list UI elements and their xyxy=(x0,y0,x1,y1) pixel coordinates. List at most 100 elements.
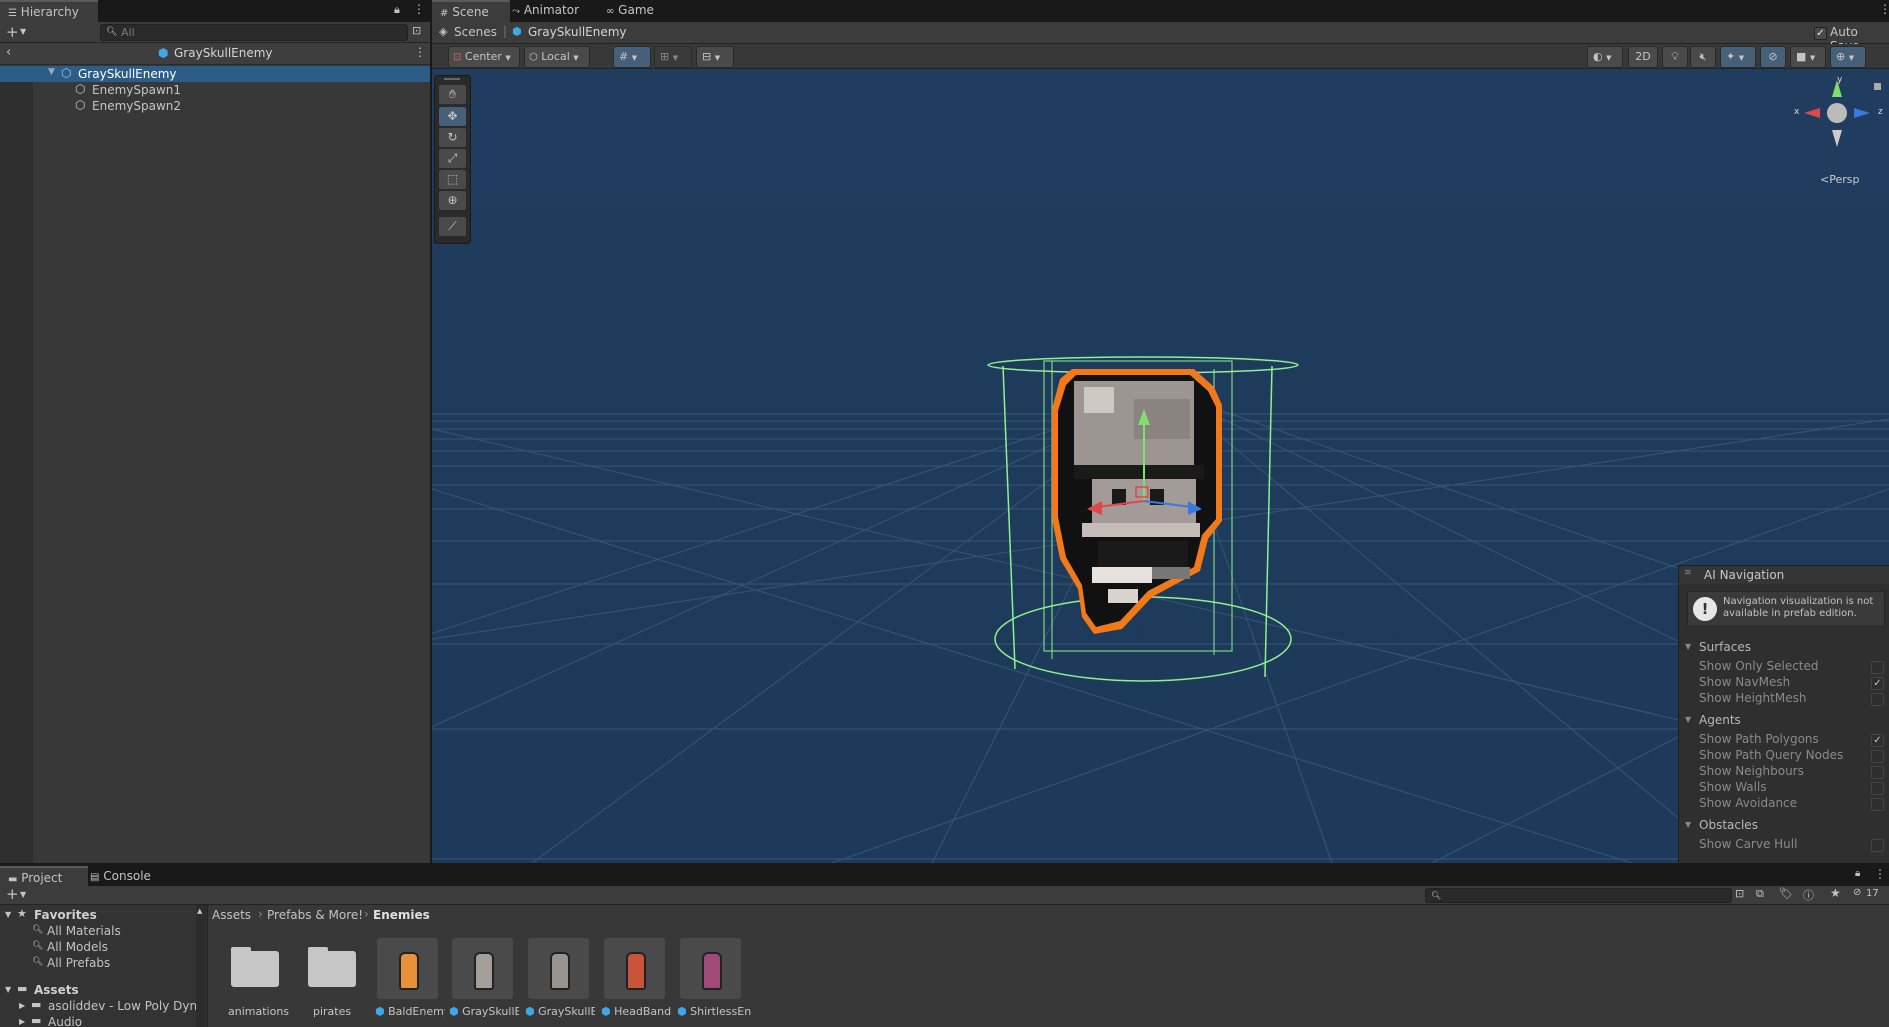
ai-navigation-header[interactable]: ≡ AI Navigation xyxy=(1679,566,1889,584)
project-search-field[interactable]: 🔍︎ xyxy=(1425,888,1732,903)
lighting-toggle[interactable]: 💡︎ xyxy=(1662,46,1688,68)
hierarchy-row-selected[interactable]: ▼ ⬡ GraySkullEnemy xyxy=(0,66,430,82)
show-carve-hull-checkbox[interactable] xyxy=(1871,839,1884,852)
effects-dropdown[interactable]: ✦ ▼ xyxy=(1720,46,1756,68)
tree-scrollbar[interactable]: ▲ xyxy=(196,905,206,1027)
collapse-arrow-icon[interactable]: ▼ xyxy=(1685,642,1691,651)
favorite-item[interactable]: All Models xyxy=(47,940,108,954)
folder-tile[interactable] xyxy=(300,937,362,999)
hand-tool-button[interactable]: ✋︎ xyxy=(439,85,466,104)
obstacles-header[interactable]: Obstacles xyxy=(1699,818,1758,832)
collapse-arrow-icon[interactable]: ▶ xyxy=(19,1001,25,1010)
grid-snapping-toggle[interactable]: # ▼ xyxy=(613,46,651,68)
favorites-header[interactable]: Favorites xyxy=(34,908,97,922)
gizmos-dropdown[interactable]: ⊕ ▼ xyxy=(1830,46,1866,68)
prefab-more-icon[interactable]: ⋮ xyxy=(414,45,426,59)
prefab-thumbnail[interactable] xyxy=(528,938,589,999)
scene-viewport[interactable]: ✋︎ ✥ ↻ ⤢ ⬚ ⊕ ⟋ y x z <Persp ≡ AI Navigat… xyxy=(432,69,1889,863)
asset-folder-item[interactable]: asoliddev - Low Poly Dyn xyxy=(48,999,196,1013)
rotate-icon: ↻ xyxy=(447,130,458,144)
folder-tile[interactable] xyxy=(223,937,285,999)
show-neighbours-checkbox[interactable] xyxy=(1871,766,1884,779)
increment-snapping-toggle[interactable]: ⊞ ▼ xyxy=(654,46,692,68)
collapse-arrow-icon[interactable]: ▼ xyxy=(1685,820,1691,829)
add-icon[interactable]: + xyxy=(6,885,19,903)
collapse-arrow-icon[interactable]: ▼ xyxy=(1685,715,1691,724)
space-mode-dropdown[interactable]: ⬡ Local ▼ xyxy=(524,46,590,68)
prefab-thumbnail[interactable] xyxy=(377,938,438,999)
prefab-thumbnail[interactable] xyxy=(604,938,665,999)
scroll-up-icon[interactable]: ▲ xyxy=(197,907,202,915)
hierarchy-search-field[interactable]: 🔍︎ All xyxy=(100,24,408,41)
scale-tool-button[interactable]: ⤢ xyxy=(439,149,466,168)
hidden-objects-toggle[interactable]: ⊘ xyxy=(1760,46,1786,68)
tab-console[interactable]: ▤ Console xyxy=(82,866,159,887)
show-path-polygons-checkbox[interactable]: ✓ xyxy=(1871,734,1884,747)
tab-animator[interactable]: ⤳ Animator xyxy=(504,0,587,21)
breadcrumb-scenes[interactable]: Scenes xyxy=(454,25,497,39)
2d-toggle[interactable]: 2D xyxy=(1628,46,1658,68)
info-icon[interactable]: ⓘ xyxy=(1803,887,1814,903)
expand-arrow-icon[interactable]: ▼ xyxy=(48,67,55,77)
rotate-tool-button[interactable]: ↻ xyxy=(439,128,466,147)
asset-label: ⬢ BaldEnemy xyxy=(375,1005,445,1018)
show-avoidance-checkbox[interactable] xyxy=(1871,798,1884,811)
breadcrumb-prefab[interactable]: GraySkullEnemy xyxy=(528,25,627,39)
filter-type-icon[interactable]: ⧉ xyxy=(1756,887,1764,901)
scene-more-icon[interactable]: ⋮ xyxy=(1879,2,1889,16)
pivot-mode-dropdown[interactable]: ⊡ Center ▼ xyxy=(448,46,520,68)
agents-header[interactable]: Agents xyxy=(1699,713,1741,727)
path-segment[interactable]: Assets xyxy=(212,908,251,922)
show-navmesh-checkbox[interactable]: ✓ xyxy=(1871,677,1884,690)
rect-tool-button[interactable]: ⬚ xyxy=(439,170,466,189)
search-by-type-icon[interactable]: ⊡ xyxy=(1735,887,1744,900)
collapse-arrow-icon[interactable]: ▶ xyxy=(19,1017,25,1026)
prefab-thumbnail[interactable] xyxy=(452,938,513,999)
more-options-icon[interactable]: ⋮ xyxy=(1874,867,1886,881)
back-arrow-icon[interactable]: ‹ xyxy=(6,45,11,60)
lock-icon[interactable]: 🔒︎ xyxy=(394,3,400,17)
label-tag-icon[interactable]: 🏷︎ xyxy=(1779,887,1793,900)
surfaces-header[interactable]: Surfaces xyxy=(1699,640,1751,654)
lock-icon[interactable]: 🔒︎ xyxy=(1855,868,1860,879)
projection-label: Persp xyxy=(1829,173,1860,186)
prefab-thumbnail[interactable] xyxy=(680,938,741,999)
align-toggle[interactable]: ⊟ ▼ xyxy=(696,46,734,68)
chevron-down-icon[interactable]: ▼ xyxy=(20,890,26,899)
more-options-icon[interactable]: ⋮ xyxy=(413,2,425,16)
custom-tool-button[interactable]: ⟋ xyxy=(439,217,466,236)
orientation-gizmo[interactable]: y x z <Persp xyxy=(1792,75,1887,190)
tab-scene[interactable]: # Scene xyxy=(432,0,510,23)
chevron-down-icon[interactable]: ▼ xyxy=(20,27,26,36)
audio-toggle[interactable]: 🔇︎ xyxy=(1690,46,1716,68)
projection-toggle[interactable]: <Persp xyxy=(1820,173,1859,186)
show-path-query-nodes-checkbox[interactable] xyxy=(1871,750,1884,763)
tab-hierarchy[interactable]: ☰ Hierarchy xyxy=(0,0,98,23)
auto-save-checkbox[interactable]: ✓ xyxy=(1814,27,1827,40)
tab-game[interactable]: ∞ Game xyxy=(598,0,662,21)
draw-mode-dropdown[interactable]: ◐ ▼ xyxy=(1587,46,1623,68)
add-icon[interactable]: + xyxy=(6,22,19,42)
scene-search-icon[interactable]: ⊡ xyxy=(412,24,421,37)
path-segment[interactable]: Enemies xyxy=(373,908,430,922)
camera-dropdown[interactable]: ■ ▼ xyxy=(1790,46,1826,68)
hierarchy-row[interactable]: ⬡ EnemySpawn2 xyxy=(0,98,430,114)
star-icon[interactable]: ★ xyxy=(1830,886,1841,900)
favorite-item[interactable]: All Prefabs xyxy=(47,956,110,970)
favorite-item[interactable]: All Materials xyxy=(47,924,121,938)
expand-arrow-icon[interactable]: ▼ xyxy=(5,985,11,994)
show-only-selected-checkbox[interactable] xyxy=(1871,661,1884,674)
console-icon: ▤ xyxy=(90,872,100,883)
assets-header[interactable]: Assets xyxy=(34,983,79,997)
hierarchy-row[interactable]: ⬡ EnemySpawn1 xyxy=(0,82,430,98)
show-heightmesh-checkbox[interactable] xyxy=(1871,693,1884,706)
show-walls-checkbox[interactable] xyxy=(1871,782,1884,795)
hidden-eye-icon[interactable]: ⊘ xyxy=(1853,887,1861,898)
hierarchy-tabbar: ☰ Hierarchy 🔒︎ ⋮ xyxy=(0,0,430,23)
move-tool-button[interactable]: ✥ xyxy=(439,107,466,126)
palette-grip[interactable] xyxy=(444,78,460,80)
transform-tool-button[interactable]: ⊕ xyxy=(439,191,466,210)
path-segment[interactable]: Prefabs & More! xyxy=(267,908,363,922)
asset-folder-item[interactable]: Audio xyxy=(48,1015,82,1027)
expand-arrow-icon[interactable]: ▼ xyxy=(5,910,11,919)
